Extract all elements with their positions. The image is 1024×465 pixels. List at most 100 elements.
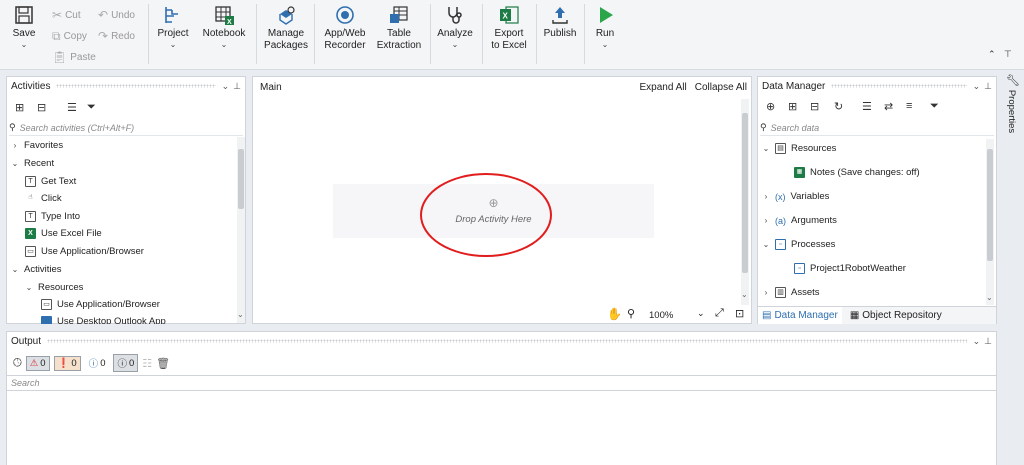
undo-button[interactable]: ↶ Undo xyxy=(98,8,135,22)
activity-use-desktop-outlook[interactable]: Use Desktop Outlook App xyxy=(41,316,166,324)
scroll-down-icon[interactable]: ⌄ xyxy=(237,310,244,319)
cut-label: Cut xyxy=(65,9,81,21)
activities-search[interactable]: ⚲ Search activities (Ctrl+Alt+F) xyxy=(9,120,243,136)
hand-icon[interactable]: ✋ xyxy=(607,307,622,321)
collapse-all-icon[interactable]: ⊟ xyxy=(37,101,46,114)
redo-button[interactable]: ↷ Redo xyxy=(98,29,135,43)
tree-notes[interactable]: ▦ Notes (Save changes: off) xyxy=(794,167,920,178)
output-search[interactable]: Search xyxy=(7,375,996,391)
activity-type-into[interactable]: T Type Into xyxy=(25,211,80,222)
manage-packages-button[interactable]: Manage Packages xyxy=(264,4,308,64)
scrollbar[interactable] xyxy=(986,139,994,305)
output-search-input[interactable]: Search xyxy=(11,378,40,388)
properties-side-tab[interactable]: 🔧︎ Properties xyxy=(1002,74,1022,138)
manage-packages-label-1: Manage xyxy=(267,28,305,39)
activities-group-label: Activities xyxy=(24,264,62,275)
tree-favorites[interactable]: › Favorites xyxy=(11,140,63,151)
tree-resources[interactable]: ⌄ Resources xyxy=(25,282,84,293)
cut-button[interactable]: ✂ Cut xyxy=(52,8,81,22)
pin-icon[interactable]: ⊤ xyxy=(1004,49,1012,60)
tree-arguments[interactable]: › (a) Arguments xyxy=(762,215,837,226)
data-search[interactable]: ⚲ Search data xyxy=(760,120,994,136)
add-icon[interactable]: ⊕ xyxy=(766,100,775,113)
overview-icon[interactable]: ⊡ xyxy=(735,307,744,320)
recorder-button[interactable]: App/Web Recorder xyxy=(322,4,368,64)
run-label: Run xyxy=(595,28,615,39)
run-button[interactable]: Run ⌄ xyxy=(590,4,620,64)
chevron-down-icon[interactable]: ⌄ xyxy=(973,336,981,347)
paste-icon: 📋︎ xyxy=(52,50,68,64)
activity-label: Use Excel File xyxy=(41,228,102,239)
publish-button[interactable]: Publish xyxy=(542,4,578,64)
tree-processes[interactable]: ⌄ ▫ Processes xyxy=(762,239,835,250)
collapse-all-icon[interactable]: ⊟ xyxy=(810,100,819,113)
collapse-ribbon-icon[interactable]: ⌃ xyxy=(988,49,996,60)
activity-label: Use Application/Browser xyxy=(57,299,160,310)
save-button[interactable]: Save ⌄ xyxy=(10,4,38,64)
tab-data-manager[interactable]: ▤ Data Manager xyxy=(758,307,842,324)
output-title: Output xyxy=(11,335,42,347)
activity-label: Use Desktop Outlook App xyxy=(57,316,166,324)
tab-object-repository[interactable]: ▦ Object Repository xyxy=(846,307,946,324)
expand-all-link[interactable]: Expand All xyxy=(639,82,686,93)
collapse-all-link[interactable]: Collapse All xyxy=(695,82,747,93)
chevron-down-icon[interactable]: ⌄ xyxy=(697,308,705,319)
fit-screen-icon[interactable]: ⤢ xyxy=(715,307,724,320)
zoom-icon[interactable]: ⚲ xyxy=(627,307,635,320)
pin-icon[interactable]: ⊥ xyxy=(984,81,992,92)
clock-icon[interactable]: 🕓︎ xyxy=(13,357,22,370)
scrollbar-thumb[interactable] xyxy=(742,113,748,273)
swap-icon[interactable]: ⇄ xyxy=(884,100,893,113)
filter-icon[interactable]: ⏷ xyxy=(930,100,939,113)
pin-icon[interactable]: ⊥ xyxy=(984,336,992,347)
scroll-down-icon[interactable]: ⌄ xyxy=(741,290,748,299)
info-filter[interactable]: ⓘ 0 xyxy=(85,354,110,372)
redo-icon: ↷ xyxy=(98,29,109,43)
zoom-level[interactable]: 100% xyxy=(649,310,673,321)
sort-icon[interactable]: ≡ xyxy=(906,100,912,112)
activity-label: Type Into xyxy=(41,211,81,222)
errors-filter[interactable]: ⚠ 0 xyxy=(25,355,50,371)
tree-recent[interactable]: ⌄ Recent xyxy=(11,158,54,169)
table-extraction-button[interactable]: Table Extraction xyxy=(376,4,422,64)
trace-filter[interactable]: ⓘ 0 xyxy=(113,354,139,372)
data-search-input[interactable]: Search data xyxy=(771,123,820,133)
tree-resources[interactable]: ⌄ ▤ Resources xyxy=(762,143,836,154)
refresh-icon[interactable]: ↻ xyxy=(834,100,843,113)
paste-button[interactable]: 📋︎ Paste xyxy=(52,50,96,64)
copy-button[interactable]: ⧉ Copy xyxy=(52,29,87,44)
activity-use-excel-file[interactable]: X Use Excel File xyxy=(25,228,102,239)
export-to-excel-button[interactable]: X Export to Excel xyxy=(488,4,530,64)
list-view-icon[interactable]: ☰ xyxy=(67,101,77,114)
analyze-button[interactable]: Analyze ⌄ xyxy=(436,4,474,64)
tree-assets[interactable]: › ▥ Assets xyxy=(762,287,820,298)
activities-search-input[interactable]: Search activities (Ctrl+Alt+F) xyxy=(20,123,135,133)
table-extraction-icon xyxy=(390,6,408,23)
filter-icon[interactable]: ⏷ xyxy=(87,101,96,114)
tree-variables[interactable]: › (x) Variables xyxy=(762,191,830,202)
scroll-down-icon[interactable]: ⌄ xyxy=(986,293,993,302)
notebook-button[interactable]: X Notebook ⌄ xyxy=(200,4,248,64)
scrollbar[interactable] xyxy=(237,137,245,323)
filter-list-icon[interactable]: ☷ xyxy=(142,357,152,370)
scissors-icon: ✂ xyxy=(52,8,63,22)
expand-all-icon[interactable]: ⊞ xyxy=(788,100,797,113)
warnings-filter[interactable]: ❗ 0 xyxy=(53,355,81,371)
expand-all-icon[interactable]: ⊞ xyxy=(15,101,24,114)
ribbon-separator xyxy=(430,4,431,64)
scrollbar-thumb[interactable] xyxy=(987,149,993,261)
chevron-down-icon[interactable]: ⌄ xyxy=(973,81,981,92)
chevron-down-icon[interactable]: ⌄ xyxy=(222,81,230,92)
project-button[interactable]: Project ⌄ xyxy=(156,4,190,64)
tree-activities[interactable]: ⌄ Activities xyxy=(11,264,62,275)
tree-process-project1robotweather[interactable]: ▫ Project1RobotWeather xyxy=(794,263,906,274)
trash-icon[interactable]: 🗑︎ xyxy=(156,357,170,370)
scrollbar-thumb[interactable] xyxy=(238,149,244,209)
activity-use-application-browser[interactable]: ▭ Use Application/Browser xyxy=(25,246,144,257)
activity-use-application-browser-2[interactable]: ▭ Use Application/Browser xyxy=(41,299,160,310)
scrollbar[interactable] xyxy=(741,99,749,305)
pin-icon[interactable]: ⊥ xyxy=(233,81,241,92)
list-view-icon[interactable]: ☰ xyxy=(862,100,872,113)
activity-click[interactable]: ☝ Click xyxy=(25,193,61,204)
activity-get-text[interactable]: T Get Text xyxy=(25,176,76,187)
